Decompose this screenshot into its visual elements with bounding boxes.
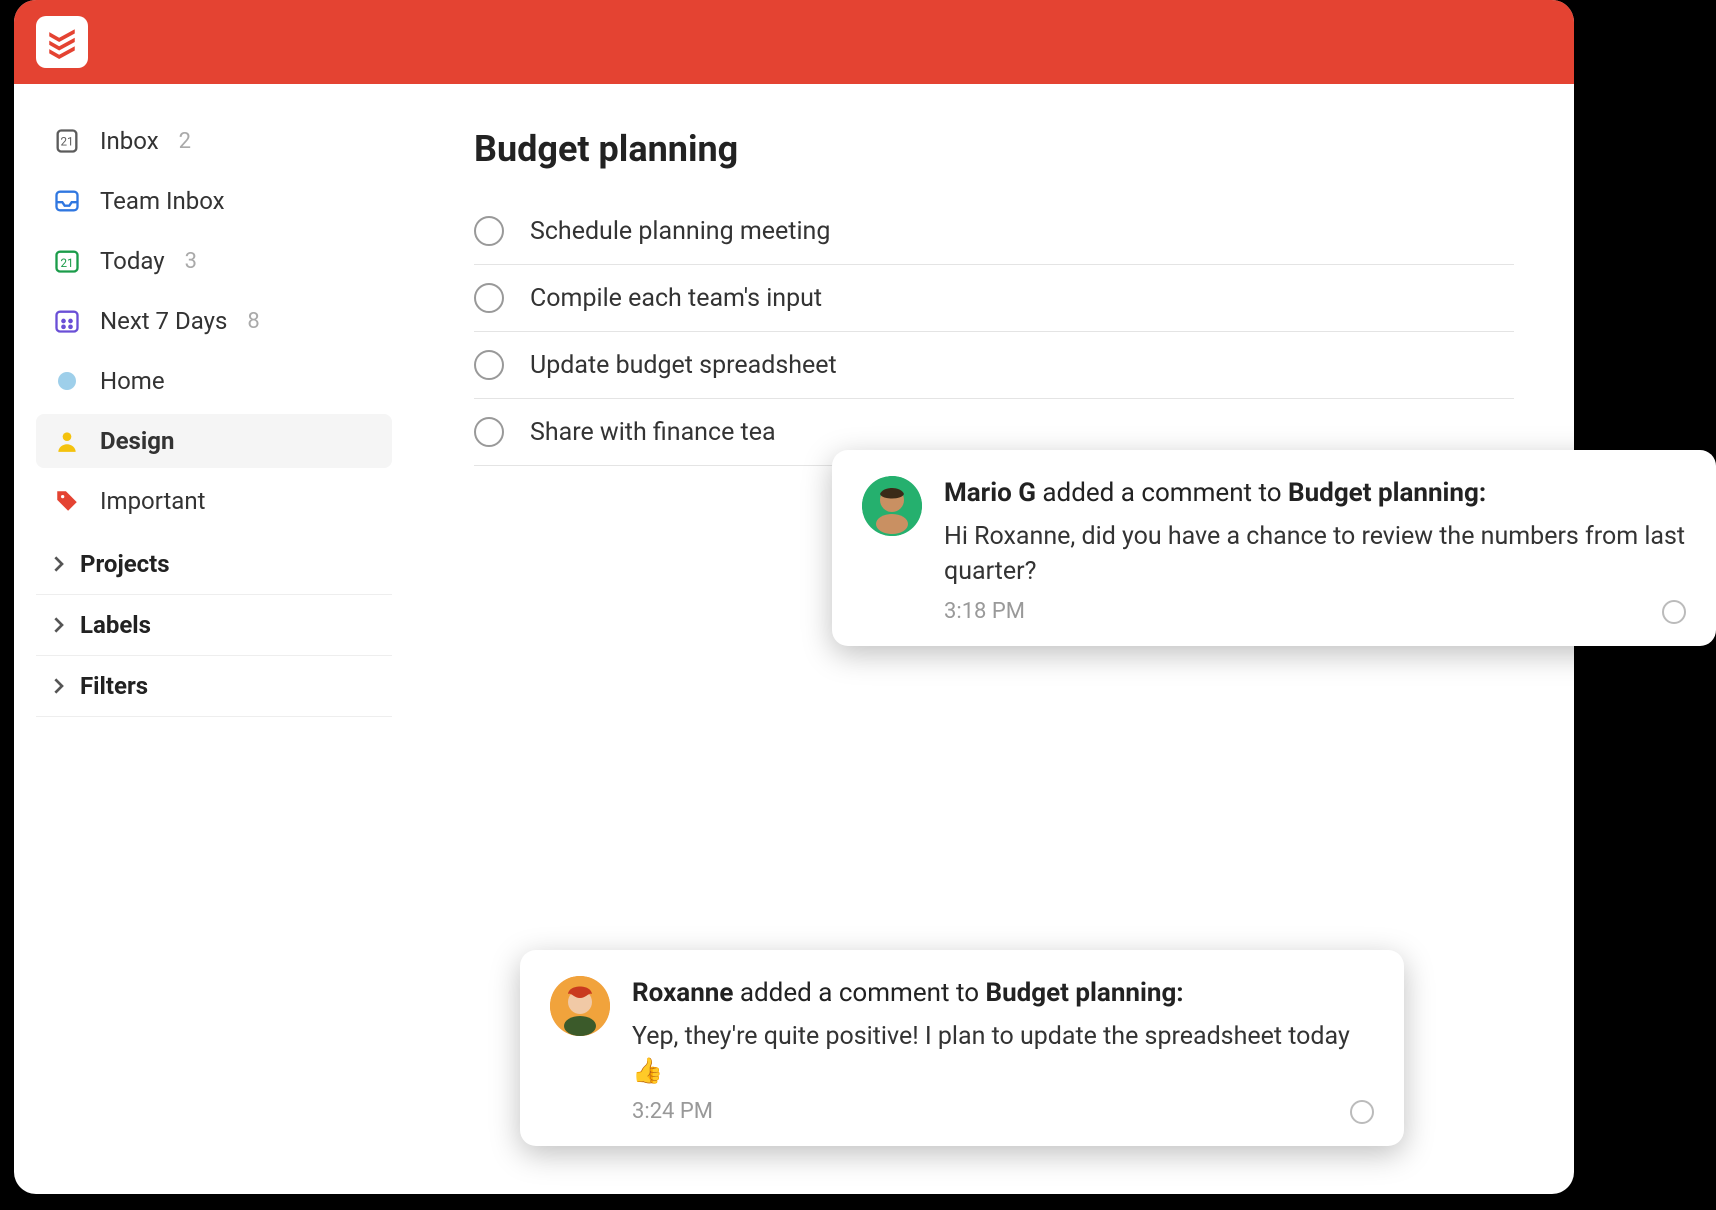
sidebar-item-label: Today [100,247,165,275]
notification-card[interactable]: Mario G added a comment to Budget planni… [832,450,1716,646]
task-checkbox[interactable] [474,283,504,313]
task-label: Share with finance tea [530,418,776,447]
task-row[interactable]: Update budget spreadsheet [474,332,1514,399]
task-label: Compile each team's input [530,284,822,313]
task-label: Update budget spreadsheet [530,351,837,380]
sidebar-item-today[interactable]: 21 Today 3 [36,234,392,288]
notification-body: Mario G added a comment to Budget planni… [944,476,1686,624]
sidebar-section-filters[interactable]: Filters [36,656,392,717]
sidebar-item-label: Team Inbox [100,187,225,215]
sidebar-item-label: Inbox [100,127,159,155]
sidebar-section-projects[interactable]: Projects [36,534,392,595]
chevron-right-icon [50,617,66,633]
sidebar-item-team-inbox[interactable]: Team Inbox [36,174,392,228]
sidebar-item-next-7-days[interactable]: Next 7 Days 8 [36,294,392,348]
notification-message: Hi Roxanne, did you have a chance to rev… [944,519,1686,589]
notification-time: 3:24 PM [632,1099,713,1124]
task-row[interactable]: Compile each team's input [474,265,1514,332]
task-row[interactable]: Schedule planning meeting [474,198,1514,265]
mark-read-icon[interactable] [1350,1100,1374,1124]
sidebar-item-inbox[interactable]: 21 Inbox 2 [36,114,392,168]
project-color-icon [52,366,82,396]
notification-body: Roxanne added a comment to Budget planni… [632,976,1374,1124]
sidebar-item-count: 2 [179,129,191,154]
sidebar-section-label: Filters [80,672,148,700]
sidebar-item-count: 3 [185,249,197,274]
task-checkbox[interactable] [474,350,504,380]
sidebar-item-home[interactable]: Home [36,354,392,408]
today-icon: 21 [52,246,82,276]
page-title: Budget planning [474,128,1514,170]
sidebar-section-labels[interactable]: Labels [36,595,392,656]
sidebar-item-important[interactable]: Important [36,474,392,528]
tag-icon [52,486,82,516]
header-bar [14,0,1574,84]
sidebar-item-design[interactable]: Design [36,414,392,468]
notification-card[interactable]: Roxanne added a comment to Budget planni… [520,950,1404,1146]
chevron-right-icon [50,556,66,572]
task-checkbox[interactable] [474,417,504,447]
notification-message: Yep, they're quite positive! I plan to u… [632,1019,1374,1089]
task-checkbox[interactable] [474,216,504,246]
person-icon [52,426,82,456]
notification-title: Mario G added a comment to Budget planni… [944,476,1686,511]
sidebar-section-label: Labels [80,611,151,639]
app-logo-icon[interactable] [36,16,88,68]
inbox-icon: 21 [52,126,82,156]
next7days-icon [52,306,82,336]
task-label: Schedule planning meeting [530,217,830,246]
sidebar-item-label: Design [100,427,174,455]
sidebar-item-label: Important [100,487,205,515]
avatar [862,476,922,536]
avatar [550,976,610,1036]
sidebar: 21 Inbox 2 Team Inbox 21 Today 3 [14,84,414,1194]
team-inbox-icon [52,186,82,216]
svg-text:21: 21 [60,135,73,149]
sidebar-section-label: Projects [80,550,170,578]
notification-time: 3:18 PM [944,599,1025,624]
sidebar-item-count: 8 [247,309,259,334]
sidebar-item-label: Next 7 Days [100,307,227,335]
chevron-right-icon [50,678,66,694]
mark-read-icon[interactable] [1662,600,1686,624]
svg-text:21: 21 [60,256,73,270]
sidebar-item-label: Home [100,367,165,395]
notification-title: Roxanne added a comment to Budget planni… [632,976,1374,1011]
